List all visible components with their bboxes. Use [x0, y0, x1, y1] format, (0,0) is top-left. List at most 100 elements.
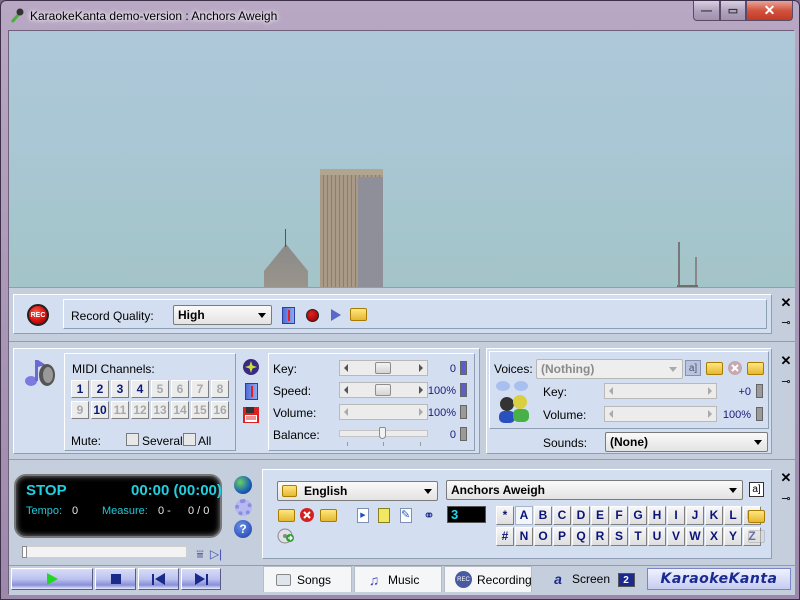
midi-channel-button[interactable]: 16 — [211, 401, 229, 419]
speed-slider[interactable] — [339, 382, 428, 398]
speed-enable-toggle[interactable] — [460, 383, 467, 397]
tab-recording[interactable]: REC Recording — [444, 566, 532, 592]
midi-channel-button[interactable]: 9 — [71, 401, 89, 419]
letter-button[interactable]: D — [572, 506, 590, 525]
volume-enable-toggle[interactable] — [460, 405, 467, 419]
language-select[interactable]: English — [277, 481, 438, 501]
voice-text-button[interactable]: a] — [685, 360, 701, 376]
letter-button[interactable]: E — [591, 506, 609, 525]
key-slider[interactable] — [339, 360, 428, 376]
volume-slider[interactable] — [339, 404, 428, 420]
save-button[interactable] — [242, 406, 260, 424]
letter-button[interactable]: Y — [724, 527, 742, 546]
play-recording-button[interactable] — [327, 306, 345, 324]
letter-button[interactable]: C — [553, 506, 571, 525]
settings-button[interactable] — [234, 498, 252, 516]
next-button[interactable] — [181, 568, 221, 590]
add-song-button[interactable] — [277, 506, 295, 524]
lyrics-book-button[interactable] — [279, 306, 297, 324]
song-text-button[interactable]: a] — [749, 482, 764, 497]
add-voice-button[interactable] — [705, 359, 723, 377]
song-progress-slider[interactable] — [21, 546, 187, 558]
midi-channel-button[interactable]: 1 — [71, 380, 89, 398]
midi-channel-button[interactable]: 12 — [131, 401, 149, 419]
export-cd-button[interactable] — [277, 527, 295, 545]
letter-button[interactable]: X — [705, 527, 723, 546]
close-panel-icon[interactable]: ✕ — [777, 295, 795, 311]
letter-button[interactable]: O — [534, 527, 552, 546]
voice-key-slider[interactable] — [604, 383, 717, 399]
balance-enable-toggle[interactable] — [460, 427, 467, 441]
record-quality-select[interactable]: High — [173, 305, 272, 325]
letter-button[interactable]: U — [648, 527, 666, 546]
letter-button[interactable]: * — [496, 506, 514, 525]
reset-button[interactable] — [242, 358, 260, 376]
progress-knob[interactable] — [22, 546, 27, 558]
letter-button[interactable]: A — [515, 506, 533, 525]
letter-button[interactable]: V — [667, 527, 685, 546]
browse-voice-button[interactable] — [746, 359, 764, 377]
voices-select[interactable]: (Nothing) — [536, 359, 683, 379]
letter-button[interactable]: T — [629, 527, 647, 546]
previous-button[interactable] — [138, 568, 179, 590]
midi-channel-button[interactable]: 5 — [151, 380, 169, 398]
key-slider-thumb[interactable] — [375, 362, 391, 374]
letter-button[interactable]: I — [667, 506, 685, 525]
song-number-input[interactable]: 3 — [447, 506, 486, 523]
web-button[interactable] — [234, 476, 252, 494]
midi-channel-button[interactable]: 14 — [171, 401, 189, 419]
letter-button[interactable]: Q — [572, 527, 590, 546]
new-folder-button[interactable] — [747, 507, 765, 525]
midi-channel-button[interactable]: 15 — [191, 401, 209, 419]
letter-button[interactable]: L — [724, 506, 742, 525]
speed-slider-thumb[interactable] — [375, 384, 391, 396]
close-panel-icon[interactable]: ✕ — [777, 353, 795, 369]
letter-button[interactable]: R — [591, 527, 609, 546]
letter-button[interactable]: # — [496, 527, 514, 546]
letter-button[interactable]: P — [553, 527, 571, 546]
midi-channel-button[interactable]: 8 — [211, 380, 229, 398]
play-button[interactable] — [11, 568, 93, 590]
sounds-select[interactable]: (None) — [605, 432, 768, 452]
stop-button[interactable] — [95, 568, 136, 590]
minimize-button[interactable]: — — [693, 1, 720, 21]
midi-channel-button[interactable]: 7 — [191, 380, 209, 398]
help-button[interactable]: ? — [234, 520, 252, 538]
letter-button[interactable]: H — [648, 506, 666, 525]
mixer-book-button[interactable] — [242, 382, 260, 400]
pin-icon[interactable]: ⊸ — [777, 316, 795, 329]
balance-slider-thumb[interactable] — [379, 427, 386, 439]
pin-icon[interactable]: ⊸ — [777, 375, 795, 388]
voice-volume-toggle[interactable] — [756, 407, 763, 421]
letter-button[interactable]: N — [515, 527, 533, 546]
midi-channel-button[interactable]: 4 — [131, 380, 149, 398]
song-select[interactable]: Anchors Aweigh — [446, 480, 743, 500]
tab-screen[interactable]: a Screen — [539, 566, 613, 592]
letter-button[interactable]: K — [705, 506, 723, 525]
find-song-folder-button[interactable] — [319, 506, 337, 524]
mute-all-checkbox[interactable] — [183, 433, 196, 446]
edit-song-button[interactable]: ✎ — [397, 506, 415, 524]
voice-key-toggle[interactable] — [756, 384, 763, 398]
letter-button[interactable]: W — [686, 527, 704, 546]
tab-songs[interactable]: Songs — [263, 566, 352, 592]
close-button[interactable]: ✕ — [746, 1, 793, 21]
key-enable-toggle[interactable] — [460, 361, 467, 375]
letter-button[interactable]: B — [534, 506, 552, 525]
remove-voice-button[interactable] — [726, 359, 744, 377]
maximize-button[interactable]: ▭ — [720, 1, 746, 21]
voice-volume-slider[interactable] — [604, 406, 717, 422]
midi-channel-button[interactable]: 11 — [111, 401, 129, 419]
record-button[interactable] — [303, 306, 321, 324]
pin-icon[interactable]: ⊸ — [777, 492, 795, 505]
midi-channel-button[interactable]: 10 — [91, 401, 109, 419]
letter-button[interactable]: G — [629, 506, 647, 525]
folder-disabled-button[interactable] — [747, 527, 765, 545]
letter-button[interactable]: F — [610, 506, 628, 525]
second-screen-button[interactable]: 2 — [617, 571, 635, 589]
delete-song-button[interactable] — [298, 506, 316, 524]
tab-music[interactable]: ♫ Music — [354, 566, 442, 592]
midi-channel-button[interactable]: 3 — [111, 380, 129, 398]
midi-channel-button[interactable]: 2 — [91, 380, 109, 398]
letter-button[interactable]: J — [686, 506, 704, 525]
